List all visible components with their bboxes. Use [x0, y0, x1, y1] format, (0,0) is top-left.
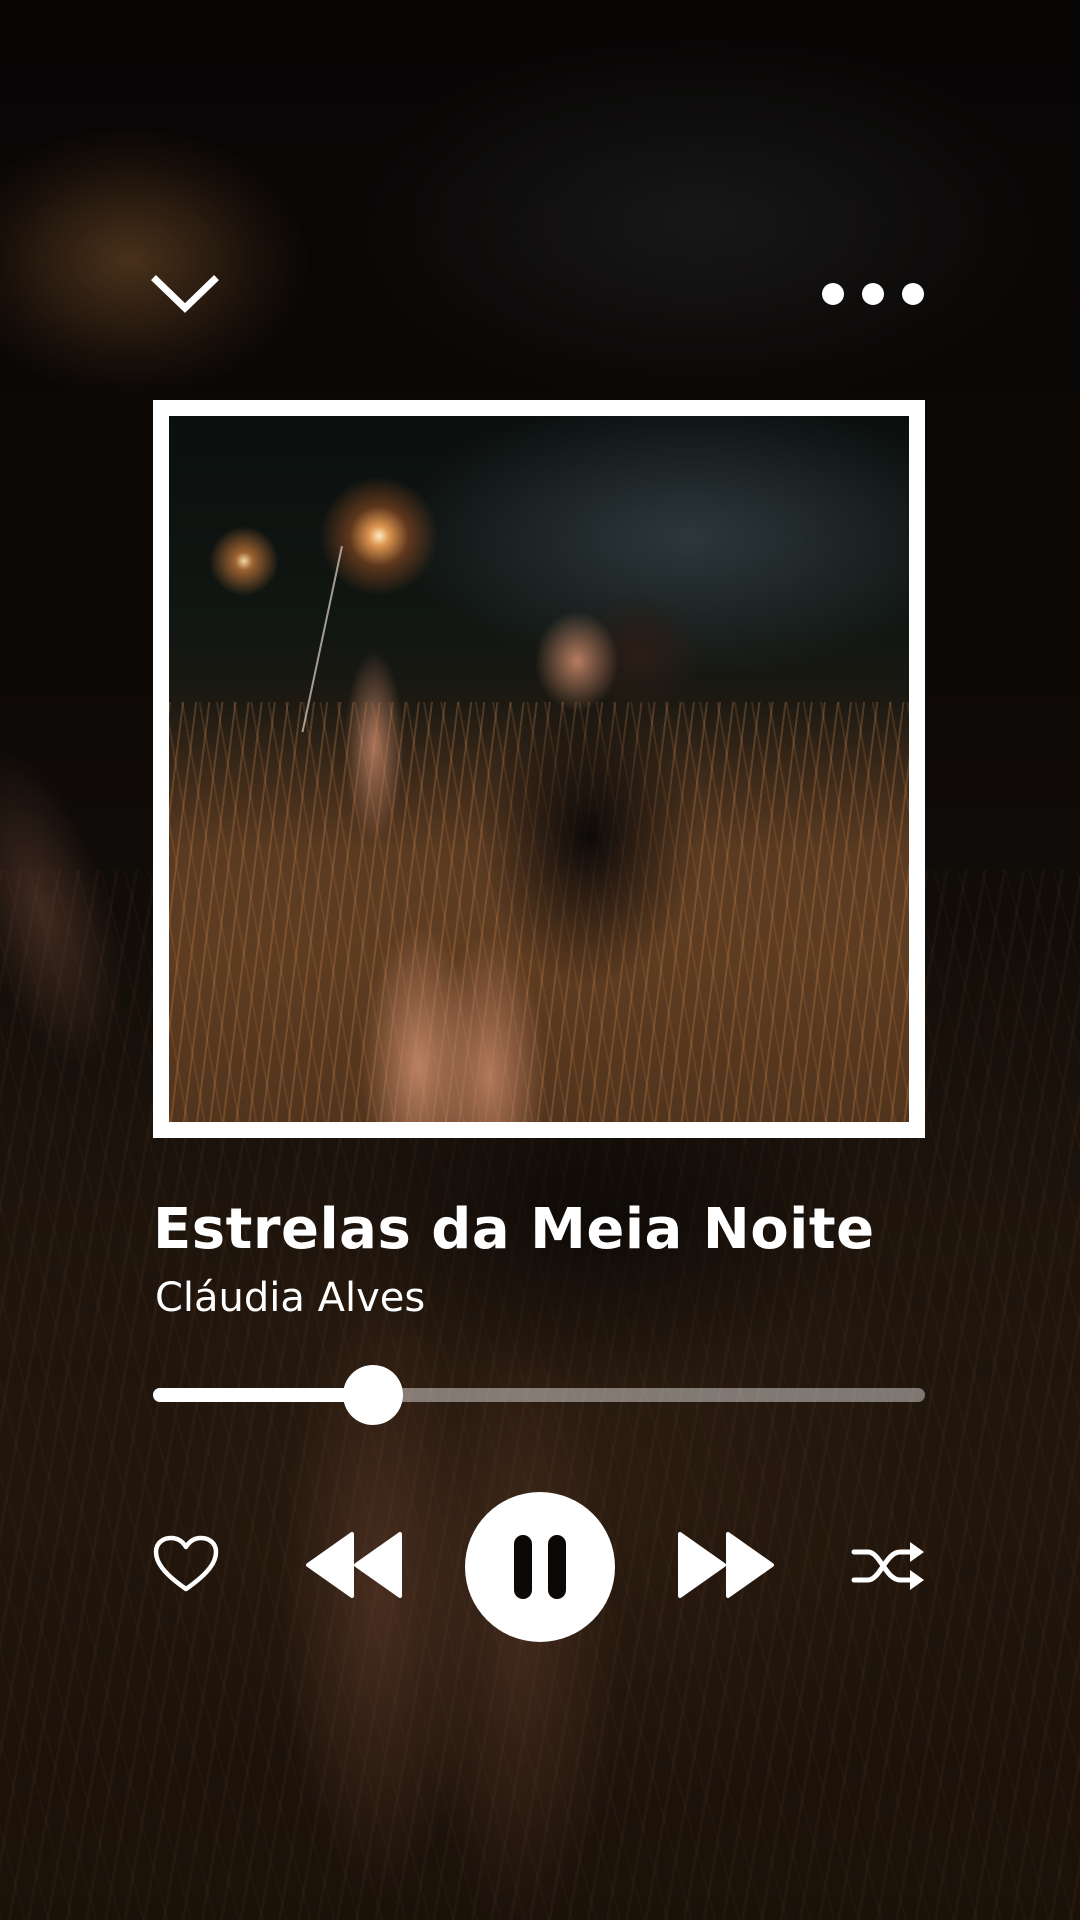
- shuffle-button[interactable]: [850, 1538, 926, 1594]
- like-button[interactable]: [153, 1535, 219, 1595]
- track-title: Estrelas da Meia Noite: [153, 1197, 875, 1262]
- collapse-button[interactable]: [150, 270, 220, 320]
- progress-slider[interactable]: [153, 1365, 925, 1425]
- album-art-frame: [153, 400, 925, 1138]
- shuffle-icon: [851, 1542, 924, 1590]
- pause-icon: [514, 1535, 566, 1599]
- album-art-person: [169, 416, 909, 1122]
- chevron-down-icon: [151, 275, 219, 313]
- next-button[interactable]: [674, 1530, 774, 1600]
- fast-forward-icon: [678, 1532, 774, 1598]
- track-artist[interactable]: Cláudia Alves: [155, 1270, 425, 1326]
- rewind-icon: [306, 1532, 402, 1598]
- play-pause-button[interactable]: [465, 1492, 615, 1642]
- progress-knob[interactable]: [343, 1365, 404, 1425]
- more-options-button[interactable]: [815, 276, 930, 312]
- music-player-screen: Estrelas da Meia Noite Cláudia Alves: [0, 0, 1080, 1920]
- previous-button[interactable]: [306, 1530, 406, 1600]
- album-art: [169, 416, 909, 1122]
- more-options-icon: [822, 283, 924, 305]
- heart-icon: [153, 1535, 219, 1592]
- progress-fill: [153, 1388, 374, 1402]
